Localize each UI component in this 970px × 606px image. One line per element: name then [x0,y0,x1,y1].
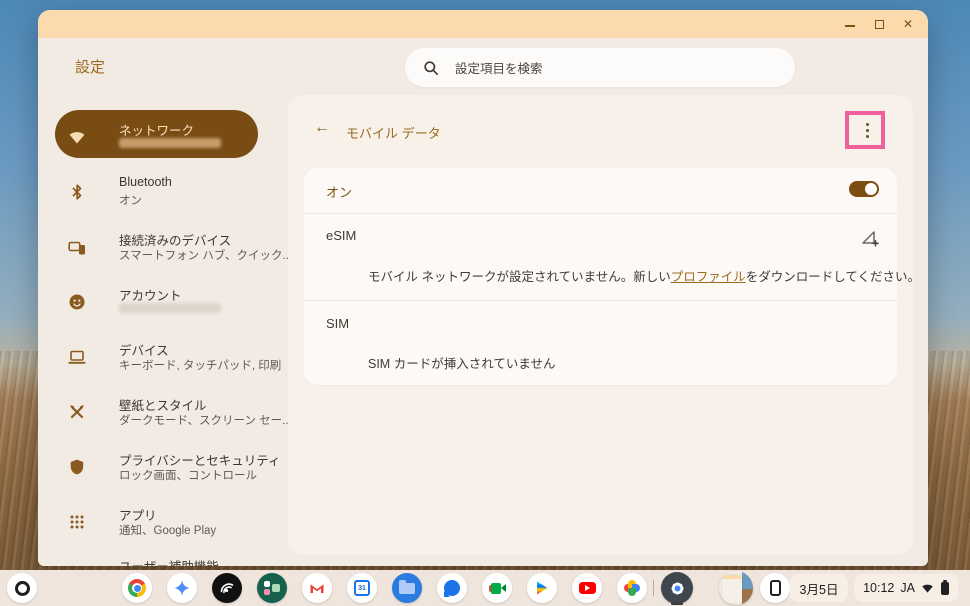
files-app-button[interactable] [392,573,422,603]
battery-icon [941,582,949,595]
sidebar-item-accounts[interactable]: アカウント [55,279,275,327]
esim-description-prefix: モバイル ネットワークが設定されていません。新しい [368,270,671,284]
launcher-icon [15,581,30,596]
sidebar-item-bluetooth[interactable]: Bluetooth オン [55,169,275,217]
search-input[interactable]: 設定項目を検索 [405,48,795,87]
sidebar-item-label: ユーザー補助機能 [119,556,219,566]
search-placeholder: 設定項目を検索 [455,58,543,77]
mobile-data-toggle[interactable] [849,181,879,197]
messages-app-button[interactable] [437,573,467,603]
sidebar-item-device[interactable]: デバイス キーボード, タッチパッド, 印刷 [55,334,275,382]
wifi-icon [68,128,86,146]
add-esim-icon[interactable] [859,228,879,248]
gemini-spark-icon [173,579,191,597]
sidebar-item-apps[interactable]: アプリ 通知、Google Play [55,499,275,547]
calendar-icon: 31 [354,580,370,596]
connected-devices-icon [68,238,86,256]
sidebar-item-sublabel: キーボード, タッチパッド, 印刷 [119,357,281,373]
account-icon [68,293,86,311]
wifi-status-icon [921,582,934,595]
shield-icon [68,458,86,476]
photos-app-button[interactable] [617,573,647,603]
settings-window: ✕ 設定 設定項目を検索 ネットワーク Bluetooth オン [38,10,928,566]
time-label: 10:12 [863,581,894,595]
youtube-icon [579,582,596,594]
settings-sidebar: ネットワーク Bluetooth オン 接続済みのデバイス スマートフォン ハブ… [38,95,288,566]
sidebar-item-label: アカウント [119,285,182,304]
close-button[interactable]: ✕ [902,18,914,30]
gmail-app-button[interactable] [302,573,332,603]
photos-pinwheel-icon [624,580,640,596]
maximize-button[interactable] [873,18,885,30]
screencast-spiral-icon [218,579,236,597]
gmail-icon [308,579,326,597]
meet-app-button[interactable] [482,573,512,603]
phone-hub-button[interactable] [760,573,790,603]
app-title: 設定 [75,56,105,77]
status-tray-button[interactable]: 10:12 JA [854,574,958,602]
screencast-app-button[interactable] [212,573,242,603]
sim-description: SIM カードが挿入されていません [368,353,555,372]
sidebar-item-personalization[interactable]: 壁紙とスタイル ダークモード、スクリーン セー... [55,389,275,437]
date-label: 3月5日 [800,579,839,598]
mobile-data-panel: ← モバイル データ オン eSIM モバイル ネットワークが設定されていません… [288,95,913,555]
bluetooth-icon [68,183,86,201]
sidebar-item-label: ネットワーク [119,120,194,139]
search-icon [423,60,439,76]
youtube-app-button[interactable] [572,573,602,603]
shelf: 31 [0,570,970,606]
chrome-icon [128,579,146,597]
settings-app-button[interactable] [661,572,693,604]
ime-label: JA [900,581,915,595]
window-preview-button[interactable] [719,571,753,605]
back-arrow-icon[interactable]: ← [314,119,330,137]
shapes-app-icon [263,579,281,597]
sidebar-item-connected-devices[interactable]: 接続済みのデバイス スマートフォン ハブ、クイック... [55,224,275,272]
messages-bubble-icon [444,580,460,596]
redacted-network-name [119,138,221,148]
date-button[interactable]: 3月5日 [790,574,848,602]
files-folder-icon [399,583,415,594]
launcher-button[interactable] [7,573,37,603]
window-controls: ✕ [844,10,914,38]
annotation-highlight-box [845,111,885,149]
apps-grid-icon [68,513,86,531]
active-app-indicator [671,602,683,605]
esim-section-label: eSIM [326,228,356,243]
sidebar-item-sublabel: オン [119,192,142,208]
sidebar-item-privacy-security[interactable]: プライバシーとセキュリティ ロック画面、コントロール [55,444,275,492]
profile-link[interactable]: プロファイル [671,270,746,284]
esim-description: モバイル ネットワークが設定されていません。新しいプロファイルをダウンロードして… [368,266,920,285]
sidebar-item-network[interactable]: ネットワーク [55,114,275,162]
page-title: モバイル データ [346,123,441,142]
settings-gear-icon [668,579,687,598]
chrome-app-button[interactable] [122,573,152,603]
play-store-app-button[interactable] [527,573,557,603]
redacted-account-email [119,303,221,313]
toggle-label: オン [326,182,352,201]
minimize-button[interactable] [844,18,856,30]
canvas-app-button[interactable] [257,573,287,603]
sidebar-item-sublabel: ロック画面、コントロール [119,467,257,483]
divider [304,213,897,214]
phone-icon [770,580,781,596]
wallpaper-style-icon [68,403,86,421]
play-store-icon [534,580,550,596]
gemini-app-button[interactable] [167,573,197,603]
sidebar-item-sublabel: 通知、Google Play [119,522,216,538]
window-titlebar: ✕ [38,10,928,38]
shelf-separator [653,580,654,596]
sidebar-item-label: Bluetooth [119,175,172,189]
sim-section-label: SIM [326,316,349,331]
mobile-data-card: オン eSIM モバイル ネットワークが設定されていません。新しいプロファイルを… [304,168,897,385]
meet-camera-icon [489,583,506,594]
sidebar-item-sublabel: スマートフォン ハブ、クイック... [119,247,292,263]
esim-description-suffix: をダウンロードしてください。 [746,270,920,284]
laptop-icon [68,348,86,366]
calendar-app-button[interactable]: 31 [347,573,377,603]
divider [304,300,897,301]
sidebar-item-accessibility[interactable]: ユーザー補助機能 [55,550,275,566]
sidebar-item-sublabel: ダークモード、スクリーン セー... [119,412,292,428]
